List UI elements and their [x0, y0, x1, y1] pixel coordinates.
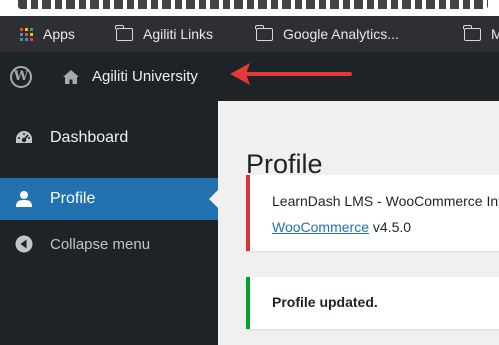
home-icon	[63, 69, 79, 84]
success-notice-text: Profile updated.	[272, 294, 378, 310]
wordpress-logo-icon[interactable]: W	[10, 66, 32, 88]
apps-grid-dot	[30, 27, 33, 31]
menu-item-profile[interactable]: Profile	[0, 178, 218, 220]
apps-grid-dot	[20, 37, 23, 41]
bookmark-google-analytics[interactable]: Google Analytics...	[255, 16, 399, 52]
apps-grid-dot	[30, 32, 33, 36]
apps-grid-dot	[20, 27, 23, 31]
bookmark-agiliti-links[interactable]: Agiliti Links	[115, 16, 214, 52]
collapse-icon	[14, 234, 34, 254]
site-name: Agiliti University	[92, 68, 198, 85]
cropped-text	[18, 0, 488, 9]
version-text: v4.5.0	[369, 219, 412, 235]
menu-item-label: Profile	[50, 190, 96, 207]
apps-grid-dot	[20, 32, 23, 36]
error-notice: LearnDash LMS - WooCommerce Integration …	[246, 175, 499, 251]
apps-grid-dot	[25, 32, 28, 36]
bookmark-apps[interactable]: Apps	[20, 16, 75, 52]
apps-grid-dot	[25, 27, 28, 31]
bookmark-truncated[interactable]: M	[463, 16, 499, 52]
bookmarks-bar: Apps Agiliti Links Google Analytics... M	[0, 16, 499, 52]
folder-icon	[115, 24, 133, 41]
menu-item-label: Collapse menu	[50, 235, 151, 253]
bookmark-label: Google Analytics...	[283, 26, 399, 42]
user-icon	[14, 189, 34, 209]
main-content: Profile LearnDash LMS - WooCommerce Inte…	[218, 101, 499, 345]
folder-icon	[463, 24, 481, 41]
woocommerce-link[interactable]: WooCommerce	[272, 219, 369, 235]
error-notice-line2: WooCommerce v4.5.0	[272, 219, 411, 235]
apps-grid-icon	[20, 27, 33, 41]
menu-item-dashboard[interactable]: Dashboard	[0, 117, 218, 159]
bookmark-label: M	[491, 26, 499, 42]
admin-menu: Dashboard Profile Collapse menu	[0, 101, 218, 345]
folder-icon	[255, 24, 273, 41]
dashboard-icon	[14, 128, 34, 148]
cropped-header-strip	[0, 0, 499, 16]
site-name-link[interactable]: Agiliti University	[62, 52, 198, 101]
collapse-menu-button[interactable]: Collapse menu	[0, 223, 218, 265]
menu-item-label: Dashboard	[50, 129, 129, 146]
annotation-arrow-icon	[230, 63, 352, 85]
error-notice-line1: LearnDash LMS - WooCommerce Integration …	[272, 193, 499, 209]
bookmark-label: Agiliti Links	[143, 26, 214, 42]
bookmark-apps-label: Apps	[43, 26, 75, 42]
success-notice: Profile updated.	[246, 277, 499, 329]
apps-grid-dot	[25, 37, 28, 41]
apps-grid-dot	[30, 37, 33, 41]
